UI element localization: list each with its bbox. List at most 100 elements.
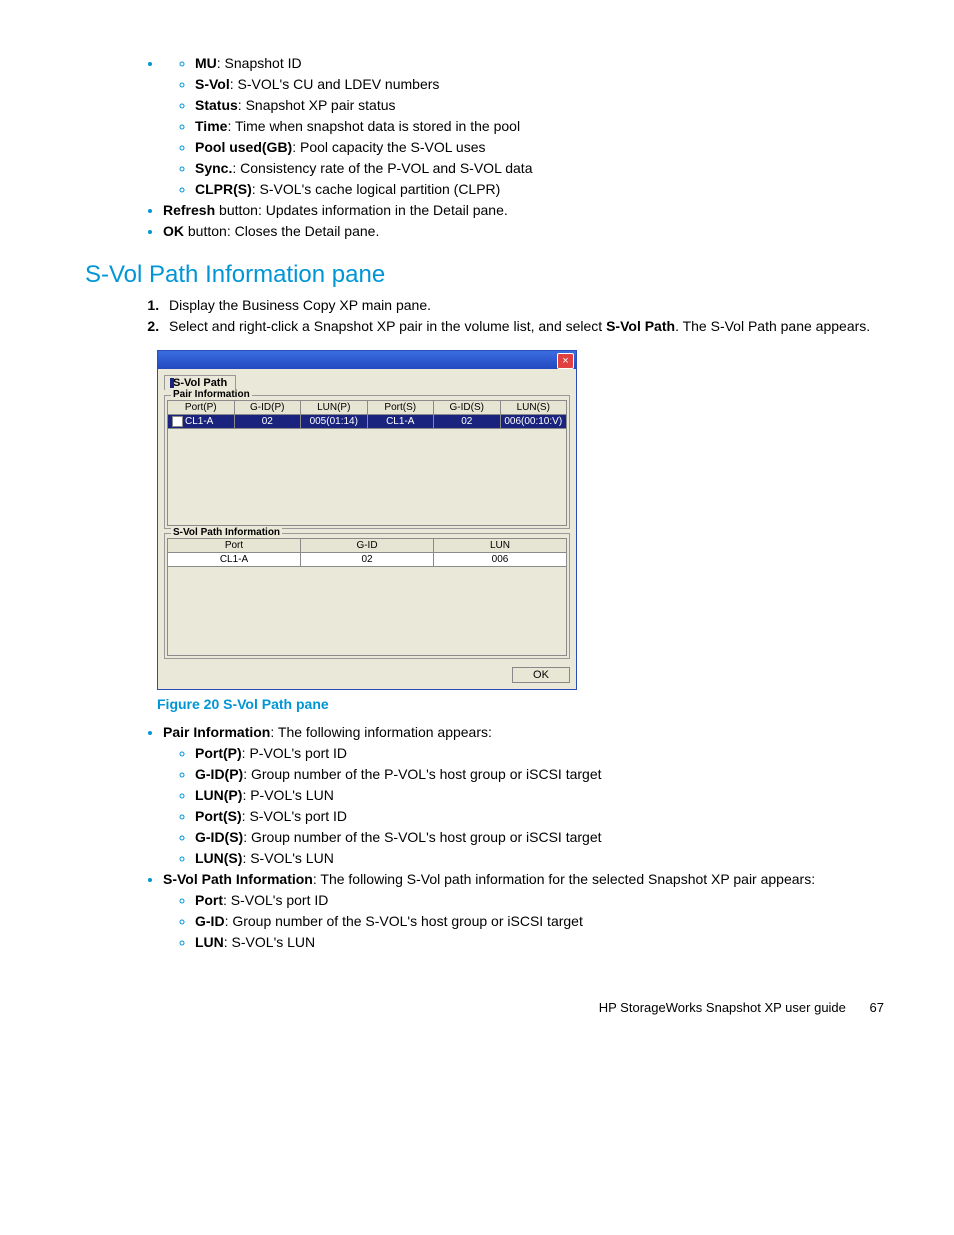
step-2: Select and right-click a Snapshot XP pai…: [163, 318, 884, 334]
tab-svol-path[interactable]: S-Vol Path: [164, 375, 236, 390]
col-port-p[interactable]: Port(P): [168, 401, 235, 415]
desc: : S-VOL's LUN: [224, 934, 315, 950]
desc: : The following S-Vol path information f…: [313, 871, 815, 887]
desc: : Snapshot ID: [217, 55, 302, 71]
desc: : S-VOL's port ID: [242, 808, 347, 824]
term: CLPR(S): [195, 181, 252, 197]
ok-button[interactable]: OK: [512, 667, 570, 683]
desc: : Consistency rate of the P-VOL and S-VO…: [232, 160, 532, 176]
col-gid-s[interactable]: G-ID(S): [434, 401, 501, 415]
step-1: Display the Business Copy XP main pane.: [163, 297, 884, 313]
svol-path-dialog: × S-Vol Path Pair Information Port(P) G-…: [157, 350, 577, 690]
pair-information-table: Port(P) G-ID(P) LUN(P) Port(S) G-ID(S) L…: [167, 400, 567, 429]
list-item: S-Vol Path Information: The following S-…: [163, 871, 884, 950]
pair-info-fields: Port(P): P-VOL's port ID G-ID(P): Group …: [195, 745, 884, 866]
list-item: LUN(P): P-VOL's LUN: [195, 787, 884, 803]
desc: : S-VOL's CU and LDEV numbers: [230, 76, 440, 92]
table-row[interactable]: CL1-A 02 005(01:14) CL1-A 02 006(00:10:V…: [168, 415, 567, 429]
term: Port(P): [195, 745, 242, 761]
desc: button: Updates information in the Detai…: [215, 202, 508, 218]
list-item: Pool used(GB): Pool capacity the S-VOL u…: [195, 139, 884, 155]
term: G-ID: [195, 913, 225, 929]
list-item: Time: Time when snapshot data is stored …: [195, 118, 884, 134]
figure-wrapper: × S-Vol Path Pair Information Port(P) G-…: [157, 350, 884, 690]
desc: : S-VOL's cache logical partition (CLPR): [252, 181, 501, 197]
list-item: Port(P): P-VOL's port ID: [195, 745, 884, 761]
list-item: Port: S-VOL's port ID: [195, 892, 884, 908]
svol-path-table: Port G-ID LUN CL1-A 02 006: [167, 538, 567, 567]
term: LUN(P): [195, 787, 242, 803]
empty-rows-area: [167, 429, 567, 526]
list-item: CLPR(S): S-VOL's cache logical partition…: [195, 181, 884, 197]
fieldset-legend: S-Vol Path Information: [171, 527, 282, 538]
cell: 02: [301, 553, 434, 567]
cell: 006: [434, 553, 567, 567]
cell: CL1-A: [168, 553, 301, 567]
text: Select and right-click a Snapshot XP pai…: [169, 318, 606, 334]
empty-rows-area: [167, 567, 567, 656]
list-item: Refresh button: Updates information in t…: [163, 202, 884, 218]
list-item: Sync.: Consistency rate of the P-VOL and…: [195, 160, 884, 176]
desc: : Group number of the S-VOL's host group…: [243, 829, 601, 845]
cell: CL1-A: [367, 415, 434, 429]
list-item: MU: Snapshot ID S-Vol: S-VOL's CU and LD…: [163, 55, 884, 197]
pair-information-fieldset: Pair Information Port(P) G-ID(P) LUN(P) …: [164, 395, 570, 529]
term: OK: [163, 223, 184, 239]
desc: : P-VOL's LUN: [242, 787, 333, 803]
cell: CL1-A: [168, 415, 235, 429]
figure-caption: Figure 20 S-Vol Path pane: [157, 696, 884, 712]
fieldset-legend: Pair Information: [171, 389, 252, 400]
section-heading: S-Vol Path Information pane: [85, 261, 884, 289]
footer-text: HP StorageWorks Snapshot XP user guide 6…: [599, 1000, 884, 1015]
list-item: Status: Snapshot XP pair status: [195, 97, 884, 113]
detail-pane-outer-list: MU: Snapshot ID S-Vol: S-VOL's CU and LD…: [163, 55, 884, 239]
volume-icon: [172, 416, 183, 427]
term: LUN(S): [195, 850, 242, 866]
term: G-ID(S): [195, 829, 243, 845]
list-item: Pair Information: The following informat…: [163, 724, 884, 866]
col-lun[interactable]: LUN: [434, 539, 567, 553]
cell-text: CL1-A: [185, 416, 213, 427]
term: S-Vol Path: [606, 318, 675, 334]
term: Time: [195, 118, 227, 134]
list-item: OK button: Closes the Detail pane.: [163, 223, 884, 239]
term: S-Vol: [195, 76, 230, 92]
desc: : S-VOL's port ID: [223, 892, 328, 908]
desc: : Snapshot XP pair status: [238, 97, 396, 113]
col-lun-s[interactable]: LUN(S): [500, 401, 567, 415]
term: MU: [195, 55, 217, 71]
desc: : P-VOL's port ID: [242, 745, 347, 761]
term: Sync.: [195, 160, 232, 176]
list-item: S-Vol: S-VOL's CU and LDEV numbers: [195, 76, 884, 92]
table-header-row: Port(P) G-ID(P) LUN(P) Port(S) G-ID(S) L…: [168, 401, 567, 415]
svol-path-fields: Port: S-VOL's port ID G-ID: Group number…: [195, 892, 884, 950]
col-lun-p[interactable]: LUN(P): [301, 401, 368, 415]
page-number: 67: [870, 1000, 884, 1015]
list-item: LUN(S): S-VOL's LUN: [195, 850, 884, 866]
table-row[interactable]: CL1-A 02 006: [168, 553, 567, 567]
desc: : S-VOL's LUN: [242, 850, 333, 866]
col-gid-p[interactable]: G-ID(P): [234, 401, 301, 415]
table-header-row: Port G-ID LUN: [168, 539, 567, 553]
term: Port: [195, 892, 223, 908]
col-gid[interactable]: G-ID: [301, 539, 434, 553]
desc: : The following information appears:: [270, 724, 492, 740]
term: S-Vol Path Information: [163, 871, 313, 887]
term: Refresh: [163, 202, 215, 218]
button-row: OK: [158, 663, 576, 689]
detail-pane-inner-list: MU: Snapshot ID S-Vol: S-VOL's CU and LD…: [195, 55, 884, 197]
term: LUN: [195, 934, 224, 950]
desc: : Time when snapshot data is stored in t…: [227, 118, 520, 134]
document-page: MU: Snapshot ID S-Vol: S-VOL's CU and LD…: [0, 0, 954, 1040]
close-icon[interactable]: ×: [557, 353, 574, 369]
list-item: G-ID(S): Group number of the S-VOL's hos…: [195, 829, 884, 845]
col-port[interactable]: Port: [168, 539, 301, 553]
cell: 005(01:14): [301, 415, 368, 429]
term: Pair Information: [163, 724, 270, 740]
steps-list: Display the Business Copy XP main pane. …: [163, 297, 884, 334]
term: Port(S): [195, 808, 242, 824]
term: Pool used(GB): [195, 139, 292, 155]
list-item: LUN: S-VOL's LUN: [195, 934, 884, 950]
cell: 02: [234, 415, 301, 429]
col-port-s[interactable]: Port(S): [367, 401, 434, 415]
